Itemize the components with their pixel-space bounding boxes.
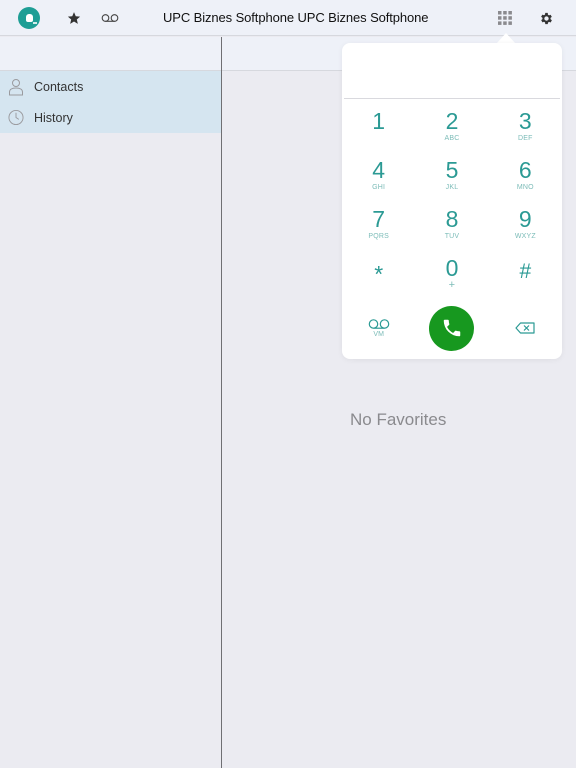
sidebar-item-label: Contacts [34,79,84,94]
key-digit: 5 [445,157,459,183]
key-letters: DEF [518,135,533,142]
split-divider[interactable] [221,37,222,768]
key-8[interactable]: 8 TUV [415,202,488,251]
key-1[interactable]: 1 [342,104,415,153]
top-bar: UPC Biznes Softphone UPC Biznes Softphon… [0,0,576,36]
sidebar-item-contacts[interactable]: Contacts [0,71,221,102]
key-9[interactable]: 9 WXYZ [489,202,562,251]
key-digit: 9 [518,206,532,232]
key-digit: 6 [518,157,532,183]
number-display[interactable] [344,43,560,99]
key-letters: + [448,279,456,291]
voicemail-label: VM [373,330,384,338]
key-digit: 3 [518,108,532,134]
key-4[interactable]: 4 GHI [342,153,415,202]
key-letters: JKL [445,184,459,191]
empty-state-message: No Favorites [350,410,447,429]
key-digit: # [519,260,532,283]
key-digit: 1 [372,108,386,134]
sidebar: Contacts History [0,37,221,768]
key-letters: GHI [372,184,386,191]
phone-icon [443,319,461,337]
call-button[interactable] [429,305,475,351]
status-icon[interactable] [18,7,40,29]
star-icon[interactable] [64,8,84,28]
key-letters: TUV [444,233,460,240]
key-3[interactable]: 3 DEF [489,104,562,153]
key-6[interactable]: 6 MNO [489,153,562,202]
key-7[interactable]: 7 PQRS [342,202,415,251]
key-star[interactable]: * [342,251,415,300]
voicemail-icon[interactable] [100,8,120,28]
person-icon [8,78,24,96]
backspace-icon [515,322,535,334]
backspace-key[interactable] [489,300,562,356]
sidebar-item-label: History [34,110,73,125]
dialpad-popover: 1 2 ABC 3 DEF 4 GHI 5 JKL 6 MNO 7 PQRS 8 TUV 9W… [342,43,562,359]
sidebar-list: Contacts History [0,71,221,133]
keypad: 1 2 ABC 3 DEF 4 GHI 5 JKL 6 MNO 7 PQRS 8 TUV 9W… [342,99,562,300]
key-letters: MNO [516,184,534,191]
popover-arrow [497,33,515,43]
voicemail-icon [368,318,389,329]
key-digit: 8 [445,206,459,232]
sidebar-item-history[interactable]: History [0,102,221,133]
app-title: UPC Biznes Softphone UPC Biznes Softphon… [163,10,429,25]
voicemail-key[interactable]: VM [342,300,415,356]
keypad-icon[interactable] [495,8,515,28]
key-2[interactable]: 2 ABC [415,104,488,153]
key-letters: PQRS [368,233,389,240]
sidebar-header [0,37,221,71]
key-0[interactable]: 0 + [415,251,488,300]
key-letters: WXYZ [514,233,536,240]
key-digit: 4 [372,157,386,183]
clock-icon [8,109,24,127]
key-digit: * [374,261,384,287]
key-digit: 2 [445,108,459,134]
gear-icon[interactable] [536,8,556,28]
key-digit: 7 [372,206,386,232]
dialpad-actions: VM [342,300,562,356]
key-5[interactable]: 5 JKL [415,153,488,202]
key-digit: 0 [445,255,459,281]
key-hash[interactable]: # [489,251,562,300]
key-letters: ABC [444,135,460,142]
